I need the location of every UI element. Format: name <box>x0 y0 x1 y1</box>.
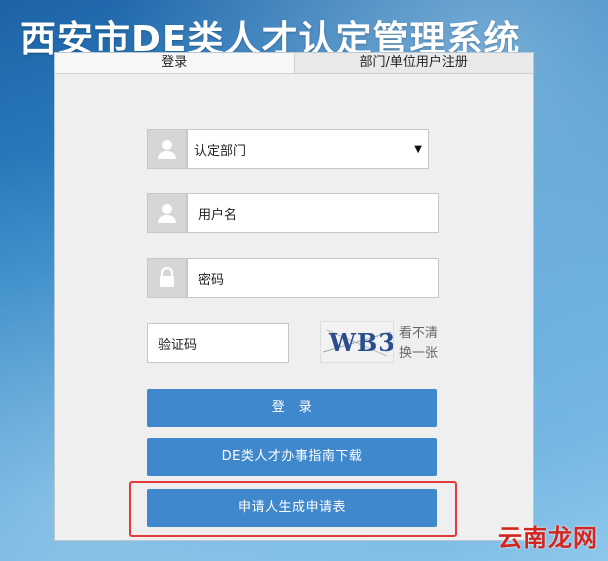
username-placeholder: 用户名 <box>198 207 238 223</box>
caret-down-icon: ▼ <box>414 143 422 155</box>
user-icon <box>147 193 187 233</box>
captcha-refresh-link[interactable]: 看不清 换一张 <box>399 324 438 364</box>
department-select-value: 认定部门 <box>194 143 247 159</box>
captcha-help-line1: 看不清 <box>399 326 439 341</box>
password-placeholder: 密码 <box>198 272 225 288</box>
captcha-text: WB3V <box>328 328 393 357</box>
captcha-input[interactable]: 验证码 <box>147 323 289 363</box>
lock-icon <box>147 258 187 298</box>
tab-login[interactable]: 登录 <box>55 53 295 73</box>
captcha-help-line2: 换一张 <box>399 346 439 361</box>
login-button[interactable]: 登 录 <box>147 389 437 427</box>
captcha-row: 验证码 <box>147 323 289 363</box>
watermark-logo: 云南龙网 <box>498 524 598 552</box>
login-panel: 登录 部门/单位用户注册 认定部门 ▼ 用户名 密码 验证码 WB3 看不清 换… <box>54 52 534 541</box>
guide-download-button[interactable]: DE类人才办事指南下载 <box>147 438 437 476</box>
password-row: 密码 <box>147 258 439 298</box>
tab-register[interactable]: 部门/单位用户注册 <box>294 53 533 73</box>
department-select[interactable]: 认定部门 ▼ <box>187 129 429 169</box>
username-input[interactable]: 用户名 <box>187 193 439 233</box>
department-row: 认定部门 ▼ <box>147 129 429 169</box>
password-input[interactable]: 密码 <box>187 258 439 298</box>
user-icon <box>147 129 187 169</box>
applicant-generate-button[interactable]: 申请人生成申请表 <box>147 489 437 527</box>
captcha-placeholder: 验证码 <box>158 337 198 353</box>
tab-bar: 登录 部门/单位用户注册 <box>55 53 533 74</box>
captcha-image[interactable]: WB3V <box>320 321 415 363</box>
username-row: 用户名 <box>147 193 439 233</box>
